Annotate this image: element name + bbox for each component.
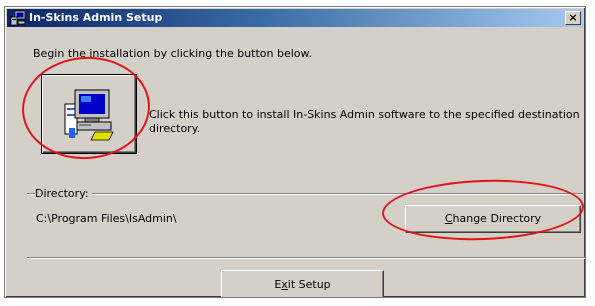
install-description: Click this button to install In-Skins Ad… <box>149 108 580 135</box>
divider <box>27 257 585 259</box>
change-directory-button[interactable]: Change Directory <box>405 205 581 233</box>
directory-path: C:\Program Files\IsAdmin\ <box>36 212 177 225</box>
computer-install-icon <box>64 89 114 141</box>
change-directory-label: hange Directory <box>452 212 542 225</box>
exit-setup-button[interactable]: Exit Setup <box>221 270 384 297</box>
setup-dialog: In-Skins Admin Setup × Begin the install… <box>4 6 586 298</box>
setup-app-icon <box>10 10 26 26</box>
exit-label-rest: it Setup <box>287 278 331 291</box>
window-title: In-Skins Admin Setup <box>29 11 163 24</box>
close-button[interactable]: × <box>565 11 581 25</box>
intro-text: Begin the installation by clicking the b… <box>33 47 313 60</box>
install-button[interactable] <box>42 75 136 153</box>
title-bar[interactable]: In-Skins Admin Setup × <box>7 9 583 27</box>
change-directory-accel: C <box>444 212 453 225</box>
directory-group-label: Directory: <box>35 187 92 200</box>
